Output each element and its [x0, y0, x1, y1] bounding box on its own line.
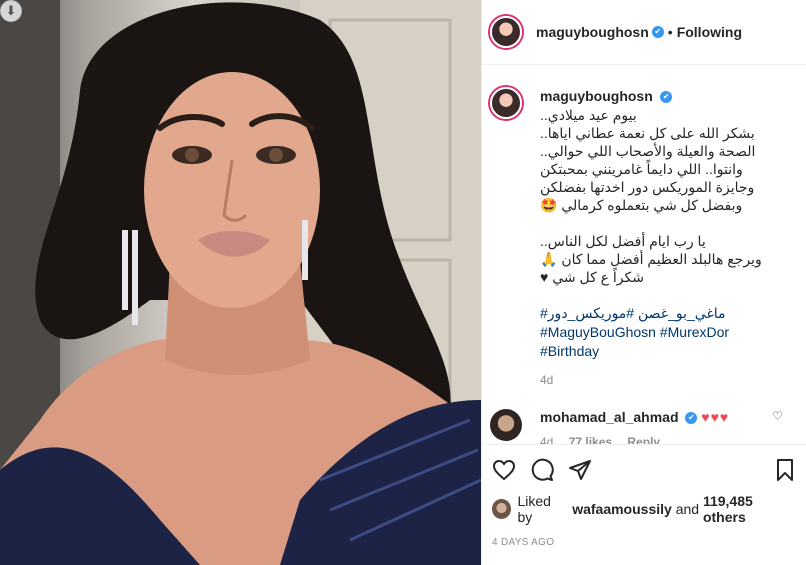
hashtags: #ماغي_بو_غصن #موريكس_دور #MaguyBouGhosn …: [540, 304, 791, 361]
caption-line: شكراً ع كل شي ♥: [540, 269, 644, 285]
comment-meta: 4d 77 likes Reply: [540, 435, 729, 444]
commenter-avatar[interactable]: [490, 409, 522, 441]
caption-username[interactable]: maguyboughosn: [540, 88, 653, 104]
download-arrow-icon: ⬇: [5, 3, 17, 18]
caption-author-avatar[interactable]: [490, 87, 522, 119]
hashtag-link[interactable]: #Birthday: [540, 342, 791, 361]
post-photo[interactable]: ⬇: [0, 0, 481, 565]
comment-icon[interactable]: [530, 458, 554, 482]
comment-like-heart-icon[interactable]: ♡: [772, 409, 783, 423]
caption-line: ويرجع هالبلد العظيم أفضل مما كان 🙏: [540, 251, 762, 267]
bookmark-icon[interactable]: [773, 458, 797, 482]
caption-line: بيوم عيد ميلادي..: [540, 107, 637, 123]
verified-badge-icon: ✔: [651, 26, 664, 38]
reply-button[interactable]: Reply: [627, 435, 660, 444]
portrait-illustration: [0, 0, 481, 565]
post-date[interactable]: 4 DAYS AGO: [492, 537, 797, 548]
hashtag-link[interactable]: #ماغي_بو_غصن #موريكس_دور: [540, 304, 791, 323]
share-icon[interactable]: [568, 458, 592, 482]
commenter-username[interactable]: mohamad_al_ahmad: [540, 409, 679, 425]
comment-text: ♥♥♥: [701, 409, 730, 425]
comment-time: 4d: [540, 435, 554, 444]
commenter-verified-badge-icon: ✔: [685, 412, 698, 425]
comment-likes[interactable]: 77 likes: [569, 435, 612, 444]
caption-text: بيوم عيد ميلادي.. بشكر الله على كل نعمة …: [540, 106, 791, 286]
caption-scroll-area[interactable]: maguyboughosn ✔ بيوم عيد ميلادي.. بشكر ا…: [482, 65, 806, 444]
caption-line: بشكر الله على كل نعمة عطاني اياها..: [540, 125, 755, 141]
caption-verified-badge-icon: ✔: [660, 90, 673, 103]
action-icons: [492, 453, 797, 487]
likes-and: and: [675, 501, 700, 517]
post-side-panel: maguyboughosn ✔ • Following maguyboughos…: [481, 0, 806, 565]
following-button[interactable]: Following: [677, 24, 742, 40]
download-button[interactable]: ⬇: [0, 0, 22, 22]
caption-line: الصحة والعيلة والأصحاب اللي حوالي..: [540, 143, 756, 159]
hashtag-link[interactable]: #MaguyBouGhosn #MurexDor: [540, 323, 791, 342]
author-username[interactable]: maguyboughosn: [536, 24, 649, 40]
caption-line: يا رب ايام أفضل لكل الناس..: [540, 233, 706, 249]
heart-outline-icon[interactable]: [492, 458, 516, 482]
likes-summary: Liked by wafaamoussily and 119,485 other…: [492, 493, 797, 525]
caption-line: وانتوا.. اللي دايماً غامرينني بمحبتكن: [540, 161, 743, 177]
post-header: maguyboughosn ✔ • Following: [482, 0, 806, 65]
post-actions: Liked by wafaamoussily and 119,485 other…: [482, 444, 806, 548]
author-avatar[interactable]: [490, 16, 522, 48]
separator-dot: •: [667, 24, 673, 40]
liker-avatar[interactable]: [492, 499, 512, 519]
liker-username[interactable]: wafaamoussily: [572, 501, 672, 517]
caption: maguyboughosn ✔ بيوم عيد ميلادي.. بشكر ا…: [490, 87, 791, 387]
likes-count[interactable]: 119,485 others: [703, 493, 797, 525]
likes-prefix: Liked by: [517, 493, 551, 525]
caption-time: 4d: [540, 373, 554, 387]
caption-line: وجايزة الموريكس دور اخدتها بفضلكن: [540, 179, 755, 195]
comment: mohamad_al_ahmad ✔ ♥♥♥ 4d 77 likes Reply…: [490, 409, 791, 444]
caption-line: وبفضل كل شي بتعملوه كرمالي 🤩: [540, 197, 743, 213]
